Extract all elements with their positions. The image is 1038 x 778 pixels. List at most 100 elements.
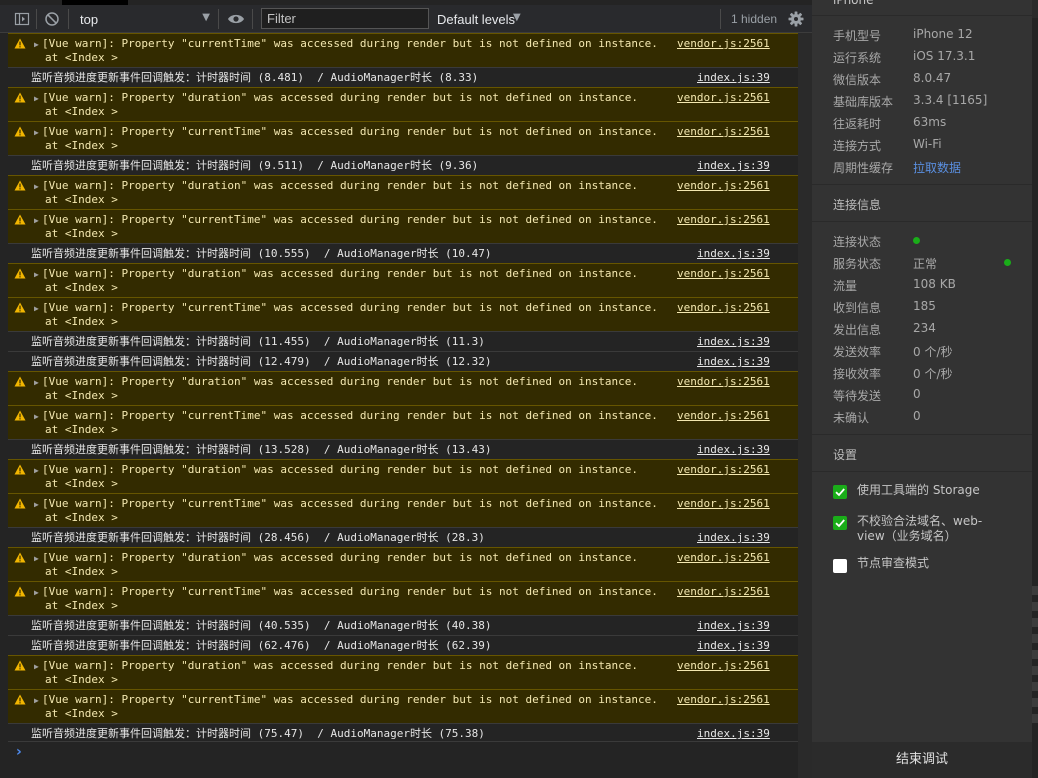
source-link[interactable]: index.js:39 (697, 619, 770, 633)
warning-icon (14, 214, 26, 229)
chevron-down-icon: ▼ (513, 12, 521, 23)
warning-row[interactable]: ▶ [Vue warn]: Property "currentTime" was … (8, 297, 798, 331)
expand-arrow-icon[interactable]: ▶ (34, 214, 39, 228)
source-link[interactable]: vendor.js:2561 (677, 693, 770, 707)
warning-row[interactable]: ▶ [Vue warn]: Property "currentTime" was … (8, 689, 798, 723)
warning-row[interactable]: ▶ [Vue warn]: Property "currentTime" was … (8, 405, 798, 439)
source-link[interactable]: vendor.js:2561 (677, 267, 770, 281)
log-row: 监听音频进度更新事件回调触发：计时器时间 (75.47) / AudioMana… (8, 723, 798, 743)
filter-input[interactable] (261, 8, 429, 29)
eye-icon[interactable] (227, 12, 245, 26)
expand-arrow-icon[interactable]: ▶ (34, 694, 39, 708)
warning-stack-line: at <Index > (45, 139, 118, 152)
info-key: 往返耗时 (833, 117, 882, 131)
source-link[interactable]: index.js:39 (697, 335, 770, 349)
warning-row[interactable]: ▶ [Vue warn]: Property "currentTime" was … (8, 581, 798, 615)
source-link[interactable]: vendor.js:2561 (677, 179, 770, 193)
fetch-data-link[interactable]: 拉取数据 (913, 159, 961, 176)
source-link[interactable]: index.js:39 (697, 159, 770, 173)
info-key: 服务状态 (833, 257, 882, 271)
source-link[interactable]: vendor.js:2561 (677, 585, 770, 599)
checkbox-checked[interactable] (833, 485, 847, 499)
expand-arrow-icon[interactable]: ▶ (34, 92, 39, 106)
warning-message: [Vue warn]: Property "currentTime" was a… (42, 125, 658, 138)
toolbar-divider (68, 9, 69, 29)
warning-row[interactable]: ▶ [Vue warn]: Property "duration" was acc… (8, 655, 798, 689)
adjacent-panel-line (1032, 682, 1038, 691)
warning-message: [Vue warn]: Property "duration" was acce… (42, 267, 639, 280)
device-info-row: 手机型号 iPhone 12 (833, 27, 1023, 43)
warning-message: [Vue warn]: Property "duration" was acce… (42, 463, 639, 476)
console-scrollbar[interactable] (798, 33, 812, 778)
checkbox-checked[interactable] (833, 516, 847, 530)
info-key: 手机型号 (833, 29, 882, 43)
source-link[interactable]: vendor.js:2561 (677, 37, 770, 51)
adjacent-panel-line (1032, 634, 1038, 643)
warning-stack-line: at <Index > (45, 423, 118, 436)
gear-icon[interactable] (788, 11, 804, 27)
warning-row[interactable]: ▶ [Vue warn]: Property "currentTime" was … (8, 493, 798, 527)
expand-arrow-icon[interactable]: ▶ (34, 268, 39, 282)
warning-row[interactable]: ▶ [Vue warn]: Property "currentTime" was … (8, 33, 798, 67)
source-link[interactable]: index.js:39 (697, 443, 770, 457)
warning-row[interactable]: ▶ [Vue warn]: Property "duration" was acc… (8, 175, 798, 209)
expand-arrow-icon[interactable]: ▶ (34, 498, 39, 512)
warning-icon (14, 660, 26, 675)
log-row: 监听音频进度更新事件回调触发：计时器时间 (40.535) / AudioMan… (8, 615, 798, 635)
source-link[interactable]: index.js:39 (697, 727, 770, 741)
warning-message: [Vue warn]: Property "duration" was acce… (42, 179, 639, 192)
expand-arrow-icon[interactable]: ▶ (34, 660, 39, 674)
source-link[interactable]: index.js:39 (697, 355, 770, 369)
expand-arrow-icon[interactable]: ▶ (34, 552, 39, 566)
expand-arrow-icon[interactable]: ▶ (34, 180, 39, 194)
warning-row[interactable]: ▶ [Vue warn]: Property "currentTime" was … (8, 121, 798, 155)
source-link[interactable]: index.js:39 (697, 247, 770, 261)
source-link[interactable]: vendor.js:2561 (677, 91, 770, 105)
divider (812, 221, 1032, 222)
source-link[interactable]: index.js:39 (697, 639, 770, 653)
stop-debug-button[interactable]: 结束调试 (812, 742, 1032, 778)
log-levels-dropdown[interactable]: Default levels ▼ (437, 7, 527, 31)
source-link[interactable]: vendor.js:2561 (677, 463, 770, 477)
connection-info-row: 发送效率 0 个/秒 (833, 343, 1023, 359)
warning-row[interactable]: ▶ [Vue warn]: Property "duration" was acc… (8, 87, 798, 121)
expand-arrow-icon[interactable]: ▶ (34, 302, 39, 316)
warning-row[interactable]: ▶ [Vue warn]: Property "duration" was acc… (8, 547, 798, 581)
warning-row[interactable]: ▶ [Vue warn]: Property "duration" was acc… (8, 263, 798, 297)
warning-row[interactable]: ▶ [Vue warn]: Property "duration" was acc… (8, 459, 798, 493)
console-prompt[interactable]: › (8, 741, 798, 778)
log-message: 监听音频进度更新事件回调触发：计时器时间 (11.455) / AudioMan… (31, 335, 485, 348)
source-link[interactable]: vendor.js:2561 (677, 409, 770, 423)
expand-arrow-icon[interactable]: ▶ (34, 38, 39, 52)
info-value: iPhone 12 (913, 27, 973, 41)
source-link[interactable]: vendor.js:2561 (677, 659, 770, 673)
source-link[interactable]: index.js:39 (697, 531, 770, 545)
expand-arrow-icon[interactable]: ▶ (34, 126, 39, 140)
source-link[interactable]: vendor.js:2561 (677, 551, 770, 565)
source-link[interactable]: index.js:39 (697, 71, 770, 85)
source-link[interactable]: vendor.js:2561 (677, 375, 770, 389)
expand-arrow-icon[interactable]: ▶ (34, 464, 39, 478)
warning-icon (14, 268, 26, 283)
warning-stack-line: at <Index > (45, 193, 118, 206)
checkbox-unchecked[interactable] (833, 559, 847, 573)
source-link[interactable]: vendor.js:2561 (677, 301, 770, 315)
source-link[interactable]: vendor.js:2561 (677, 125, 770, 139)
warning-icon (14, 92, 26, 107)
source-link[interactable]: vendor.js:2561 (677, 213, 770, 227)
expand-arrow-icon[interactable]: ▶ (34, 376, 39, 390)
warning-row[interactable]: ▶ [Vue warn]: Property "currentTime" was … (8, 209, 798, 243)
toolbar-divider (218, 9, 219, 29)
connection-section-title: 连接信息 (833, 198, 882, 212)
clear-console-icon[interactable] (44, 11, 60, 27)
sidebar-toggle-icon[interactable] (14, 11, 30, 27)
console-panel: top ▼ Default levels ▼ 1 hidden ▶[Vue wa… (0, 0, 812, 778)
warning-row[interactable]: ▶ [Vue warn]: Property "duration" was acc… (8, 371, 798, 405)
warning-message: [Vue warn]: Property "currentTime" was a… (42, 585, 658, 598)
expand-arrow-icon[interactable]: ▶ (34, 410, 39, 424)
info-key: 运行系统 (833, 51, 882, 65)
expand-arrow-icon[interactable]: ▶ (34, 586, 39, 600)
context-select[interactable]: top ▼ (70, 7, 216, 31)
device-info-row: 基础库版本 3.3.4 [1165] (833, 93, 1023, 109)
source-link[interactable]: vendor.js:2561 (677, 497, 770, 511)
